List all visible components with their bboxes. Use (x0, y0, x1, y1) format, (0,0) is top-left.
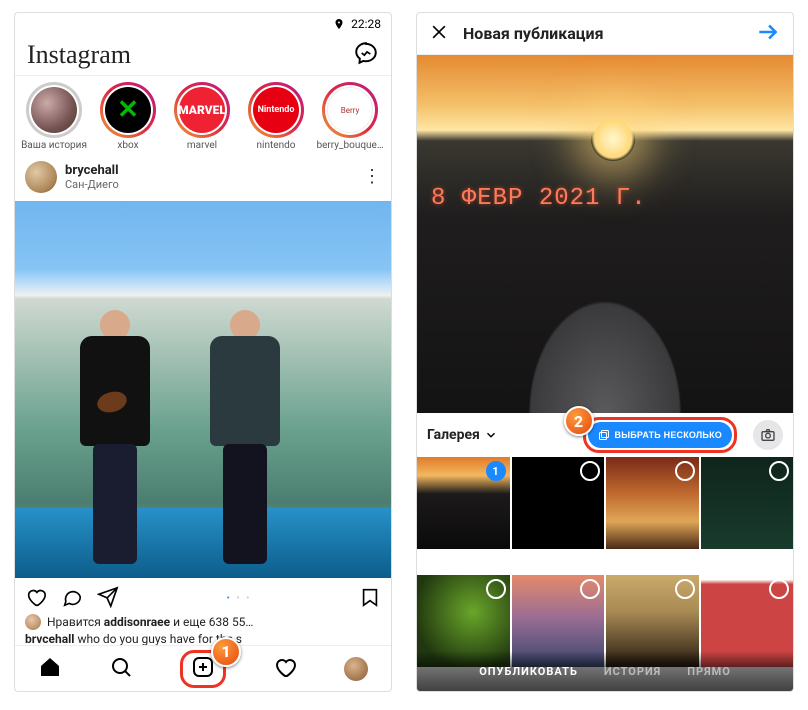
selection-indicator (580, 579, 600, 599)
multi-select-icon (598, 429, 610, 441)
bookmark-icon[interactable] (359, 586, 381, 612)
instagram-logo: Instagram (27, 40, 131, 70)
story-marvel[interactable]: MARVEL marvel (167, 82, 237, 150)
selection-indicator (769, 579, 789, 599)
carousel-dots: • • • (133, 593, 345, 604)
story-label: Ваша история (19, 140, 89, 151)
chevron-down-icon (484, 428, 498, 442)
selection-indicator: 1 (486, 461, 506, 481)
tab-publish[interactable]: ОПУБЛИКОВАТЬ (479, 665, 578, 678)
phone-new-post: Новая публикация 8 ФЕВР 2021 Г. Галерея … (416, 12, 794, 692)
post-username[interactable]: brycehall (65, 163, 119, 178)
story-nintendo[interactable]: Nintendo nintendo (241, 82, 311, 150)
nav-home-icon[interactable] (38, 655, 62, 683)
story-your-story[interactable]: Ваша история (19, 82, 89, 150)
post-image[interactable] (15, 201, 391, 578)
comment-icon[interactable] (61, 586, 83, 612)
selection-indicator (580, 461, 600, 481)
gallery-thumb[interactable]: 1 (417, 457, 510, 549)
post-avatar[interactable] (25, 161, 57, 193)
camera-button[interactable] (753, 420, 783, 450)
selection-indicator (675, 579, 695, 599)
post-header: brycehall Сан-Диего ⋮ (15, 153, 391, 201)
phone-instagram-feed: 22:28 Instagram Ваша история ✕ xbox MARV… (14, 12, 392, 692)
selection-indicator (675, 461, 695, 481)
select-multiple-highlight: ВЫБРАТЬ НЕСКОЛЬКО 2 (583, 417, 737, 453)
nav-create-button[interactable]: 1 (180, 650, 226, 688)
close-icon[interactable] (429, 22, 449, 46)
preview-date-overlay: 8 ФЕВР 2021 Г. (431, 185, 647, 212)
tab-live[interactable]: ПРЯМО (687, 665, 731, 678)
story-partial[interactable]: ne (389, 82, 391, 150)
messenger-icon[interactable] (353, 40, 379, 70)
selection-indicator (769, 461, 789, 481)
annotation-badge-2: 2 (564, 406, 594, 436)
story-berry[interactable]: Berry berry_bouque… (315, 82, 385, 150)
gallery-toolbar: Галерея ВЫБРАТЬ НЕСКОЛЬКО 2 (417, 413, 793, 457)
status-time: 22:28 (351, 17, 381, 31)
gallery-thumb[interactable] (606, 457, 699, 549)
gallery-dropdown[interactable]: Галерея (427, 427, 498, 443)
next-arrow-icon[interactable] (755, 19, 781, 49)
tab-story[interactable]: ИСТОРИЯ (604, 665, 661, 678)
bottom-nav: 1 (15, 645, 391, 691)
likes-row[interactable]: Нравится addisonraee и еще 638 55… (15, 614, 391, 630)
like-icon[interactable] (25, 586, 47, 612)
post-actions: • • • (15, 578, 391, 614)
post-caption[interactable]: brvcehall who do you guys have for the s (15, 630, 391, 646)
annotation-badge-1: 1 (211, 637, 241, 667)
mode-tabs: ОПУБЛИКОВАТЬ ИСТОРИЯ ПРЯМО (417, 651, 793, 691)
select-multiple-button[interactable]: ВЫБРАТЬ НЕСКОЛЬКО (588, 422, 732, 448)
gallery-thumb[interactable] (512, 457, 605, 549)
location-icon (333, 18, 345, 30)
share-icon[interactable] (97, 586, 119, 612)
gallery-thumb[interactable] (701, 457, 794, 549)
selection-indicator (486, 579, 506, 599)
page-title: Новая публикация (463, 24, 741, 43)
gallery-grid: 1 ОПУБЛИКОВАТЬ ИСТОРИЯ ПРЯМО (417, 457, 793, 691)
story-xbox[interactable]: ✕ xbox (93, 82, 163, 150)
media-preview[interactable]: 8 ФЕВР 2021 Г. (417, 55, 793, 413)
stories-row[interactable]: Ваша история ✕ xbox MARVEL marvel Ninten… (15, 76, 391, 152)
app-header: Instagram (15, 35, 391, 77)
status-bar: 22:28 (15, 13, 391, 35)
nav-profile-avatar[interactable] (344, 657, 368, 681)
camera-icon (760, 427, 776, 443)
new-post-header: Новая публикация (417, 13, 793, 55)
nav-activity-icon[interactable] (273, 655, 297, 683)
liker-avatar (25, 614, 41, 630)
post-location[interactable]: Сан-Диего (65, 178, 119, 191)
nav-search-icon[interactable] (109, 655, 133, 683)
